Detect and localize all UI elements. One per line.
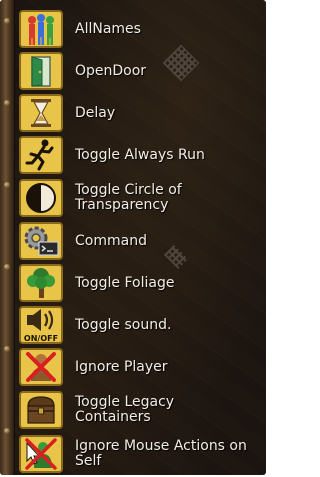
macro-item-label: Ignore Mouse Actions on Self	[75, 438, 247, 469]
rivet	[4, 182, 10, 188]
gear-console-icon	[17, 221, 65, 261]
rivet	[4, 346, 10, 352]
macro-item-label: Toggle Legacy Containers	[75, 394, 175, 425]
macro-item-command[interactable]: Command	[17, 220, 262, 262]
rivet	[4, 18, 10, 24]
chest-icon	[17, 390, 65, 430]
tree-icon	[17, 263, 65, 303]
macro-item-label: Toggle Circle of Transparency	[75, 182, 182, 213]
macro-item-label: Ignore Player	[75, 358, 168, 375]
macro-item-toggle-foliage[interactable]: Toggle Foliage	[17, 262, 262, 304]
macro-list: AllNames OpenDoor Delay Toggle Always Ru…	[17, 8, 262, 475]
macro-item-label: Delay	[75, 104, 116, 121]
macro-item-toggle-legacy-containers[interactable]: Toggle Legacy Containers	[17, 388, 262, 432]
all-names-icon	[17, 9, 65, 49]
macro-item-toggle-sound[interactable]: ON/OFF Toggle sound.	[17, 304, 262, 346]
macro-item-ignore-player[interactable]: Ignore Player	[17, 346, 262, 388]
rivet	[4, 100, 10, 106]
speaker-on-off-icon: ON/OFF	[17, 305, 65, 345]
macro-item-label: Toggle Foliage	[75, 274, 175, 291]
macro-item-toggle-always-run[interactable]: Toggle Always Run	[17, 134, 262, 176]
ignore-player-icon	[17, 347, 65, 387]
macro-item-toggle-circle-of-transparency[interactable]: Toggle Circle of Transparency	[17, 176, 262, 220]
macro-item-label: Command	[75, 232, 147, 249]
macro-item-opendoor[interactable]: OpenDoor	[17, 50, 262, 92]
macro-item-ignore-mouse-actions-on-self[interactable]: Ignore Mouse Actions on Self	[17, 432, 262, 475]
rivet	[4, 428, 10, 434]
macro-item-label: Toggle sound.	[75, 316, 172, 333]
hourglass-icon	[17, 93, 65, 133]
macro-item-label: AllNames	[75, 20, 141, 37]
ignore-self-icon	[17, 434, 65, 474]
running-man-icon	[17, 135, 65, 175]
macro-item-label: OpenDoor	[75, 62, 147, 79]
macro-item-allnames[interactable]: AllNames	[17, 8, 262, 50]
macro-panel: AllNames OpenDoor Delay Toggle Always Ru…	[0, 0, 266, 475]
on-off-text: ON/OFF	[24, 334, 58, 343]
left-border-strip	[0, 0, 15, 475]
macro-item-label: Toggle Always Run	[75, 146, 205, 163]
rivet	[4, 264, 10, 270]
macro-item-delay[interactable]: Delay	[17, 92, 262, 134]
open-door-icon	[17, 51, 65, 91]
half-circle-icon	[17, 178, 65, 218]
